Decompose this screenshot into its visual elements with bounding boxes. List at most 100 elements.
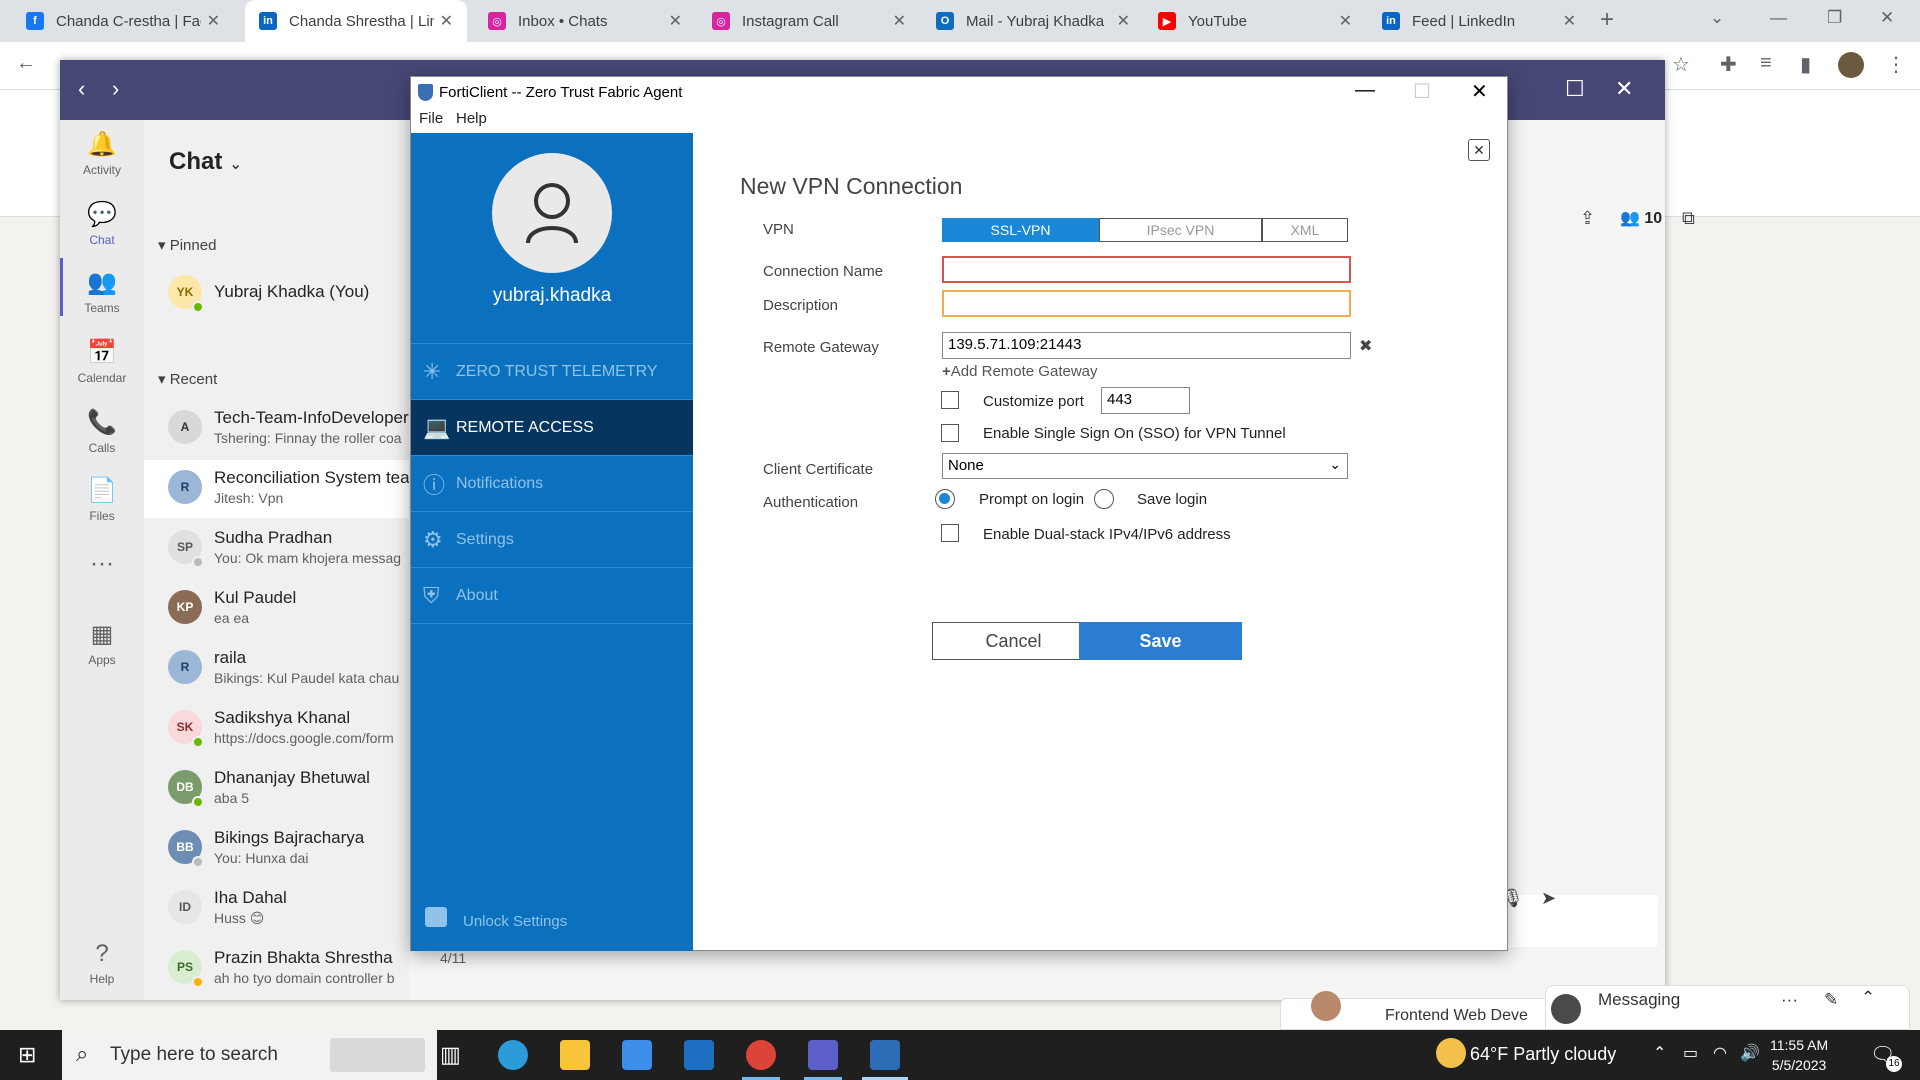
browser-tab[interactable]: ◎ Instagram Call ✕ [698, 0, 920, 42]
rail-item[interactable]: 💬 Chat [60, 200, 144, 247]
close-icon[interactable]: ✕ [1615, 76, 1633, 102]
chat-list-item[interactable]: ID Iha Dahal Huss 😊 [144, 880, 409, 938]
restore-icon[interactable]: ❐ [1827, 8, 1842, 28]
close-tab-icon[interactable]: ✕ [669, 11, 682, 31]
save-login-radio[interactable] [1094, 489, 1114, 509]
port-input[interactable]: 443 [1101, 387, 1190, 414]
forticlient-icon[interactable] [870, 1040, 900, 1070]
browser-tab[interactable]: in Chanda Shrestha | Lin ✕ [245, 0, 467, 42]
chevron-up-icon[interactable]: ⌃ [1653, 1043, 1666, 1063]
send-icon[interactable]: ➤ [1541, 888, 1556, 909]
rail-item[interactable]: ▦ Apps [60, 620, 144, 667]
browser-tab[interactable]: in Feed | LinkedIn ✕ [1368, 0, 1590, 42]
close-tab-icon[interactable]: ✕ [893, 11, 906, 31]
rail-item[interactable]: 📄 Files [60, 476, 144, 523]
chat-list-item[interactable]: SP Sudha Pradhan You: Ok mam khojera messa… [144, 520, 409, 578]
profile-avatar[interactable] [1838, 52, 1864, 78]
clock[interactable]: 11:55 AM 5/5/2023 [1770, 1035, 1828, 1075]
remove-gateway-icon[interactable]: ✖ [1359, 336, 1372, 356]
extensions-icon[interactable]: ✚ [1720, 52, 1737, 77]
file-explorer-icon[interactable] [560, 1040, 590, 1070]
close-form-icon[interactable]: ✕ [1468, 139, 1490, 161]
rail-item[interactable]: 📞 Calls [60, 408, 144, 455]
unlock-settings-link[interactable]: Unlock Settings [463, 913, 567, 930]
vpn-type-ipsec[interactable]: IPsec VPN [1099, 218, 1262, 242]
forti-nav-item[interactable]: 💻 REMOTE ACCESS [411, 399, 693, 455]
vpn-type-ssl[interactable]: SSL-VPN [942, 218, 1099, 242]
task-view-icon[interactable]: ▥ [440, 1042, 461, 1068]
close-icon[interactable]: ✕ [1880, 8, 1894, 28]
teams-icon[interactable] [808, 1040, 838, 1070]
add-remote-gateway-link[interactable]: +Add Remote Gateway [942, 363, 1098, 380]
dual-stack-checkbox[interactable] [941, 524, 959, 542]
side-panel-icon[interactable]: ▮ [1800, 52, 1811, 77]
browser-tab[interactable]: ◎ Inbox • Chats ✕ [474, 0, 696, 42]
browser-tab[interactable]: O Mail - Yubraj Khadka ✕ [922, 0, 1144, 42]
forti-nav-item[interactable]: ⚙ Settings [411, 511, 693, 567]
forti-nav-item[interactable]: ✳ ZERO TRUST TELEMETRY [411, 343, 693, 399]
tab-search-icon[interactable]: ⌄ [1710, 8, 1724, 28]
minimize-icon[interactable]: — [1770, 8, 1787, 28]
customize-port-checkbox[interactable] [941, 391, 959, 409]
rail-item[interactable]: ? Help [60, 940, 144, 986]
vpn-type-xml[interactable]: XML [1262, 218, 1348, 242]
mail-icon[interactable] [684, 1040, 714, 1070]
windows-start-icon[interactable]: ⊞ [18, 1042, 36, 1068]
chat-title[interactable]: Chat ⌄ [169, 148, 242, 176]
chat-list-item[interactable]: BB Bikings Bajracharya You: Hunxa dai [144, 820, 409, 878]
browser-tab[interactable]: f Chanda C-restha | Fac ✕ [12, 0, 234, 42]
back-icon[interactable]: ← [16, 52, 36, 75]
participants-button[interactable]: 👥 10 [1620, 208, 1662, 228]
rail-item[interactable]: 📅 Calendar [60, 338, 144, 385]
minimize-icon[interactable]: — [1355, 79, 1375, 102]
weather-text[interactable]: 64°F Partly cloudy [1470, 1044, 1616, 1065]
chat-list-item[interactable]: YK Yubraj Khadka (You) [144, 265, 409, 323]
more-icon[interactable]: ··· [1781, 990, 1798, 1010]
close-tab-icon[interactable]: ✕ [440, 11, 453, 31]
taskbar-search-input[interactable]: ⌕ Type here to search [62, 1030, 437, 1080]
share-icon[interactable]: ⇪ [1580, 208, 1595, 229]
chat-list-item[interactable]: SK Sadikshya Khanal https://docs.google.co… [144, 700, 409, 758]
prompt-login-radio[interactable] [935, 489, 955, 509]
menu-file[interactable]: File [419, 110, 443, 127]
chevron-up-icon[interactable]: ⌃ [1861, 988, 1875, 1008]
connection-name-input[interactable] [942, 256, 1351, 283]
maximize-icon[interactable]: ☐ [1565, 76, 1585, 102]
compose-icon[interactable]: ✎ [1824, 990, 1838, 1010]
rail-item[interactable]: 🔔 Activity [60, 130, 144, 177]
chat-list-item[interactable]: A Tech-Team-InfoDeveloper Tshering: Finnay… [144, 400, 409, 458]
remote-gateway-input[interactable]: 139.5.71.109:21443 [942, 332, 1351, 359]
save-button[interactable]: Save [1079, 622, 1242, 660]
recent-section[interactable]: ▾ Recent [158, 370, 217, 388]
wifi-icon[interactable]: ◠ [1713, 1043, 1727, 1063]
rail-item[interactable]: ··· [60, 550, 144, 582]
description-input[interactable] [942, 290, 1351, 317]
frontend-chip[interactable]: Frontend Web Deve [1280, 991, 1550, 1030]
forti-nav-item[interactable]: ⓘ Notifications [411, 455, 693, 511]
pinned-section[interactable]: ▾ Pinned [158, 236, 216, 254]
close-tab-icon[interactable]: ✕ [1117, 11, 1130, 31]
menu-icon[interactable]: ⋮ [1886, 52, 1906, 77]
chat-list-item[interactable]: Rraila Bikings: Kul Paudel kata chau [144, 640, 409, 698]
sso-checkbox[interactable] [941, 424, 959, 442]
close-tab-icon[interactable]: ✕ [207, 11, 220, 31]
store-icon[interactable] [622, 1040, 652, 1070]
forti-nav-item[interactable]: ⛨ About [411, 567, 693, 623]
forward-icon[interactable]: › [112, 76, 119, 102]
chevron-down-icon[interactable]: ⌄ [229, 156, 242, 173]
back-icon[interactable]: ‹ [78, 76, 85, 102]
maximize-icon[interactable]: ☐ [1413, 79, 1431, 104]
rail-item[interactable]: 👥 Teams [60, 268, 144, 315]
client-cert-select[interactable]: None ⌄ [942, 453, 1348, 479]
chat-list-item[interactable]: R Reconciliation System tea Jitesh: Vpn [144, 460, 409, 518]
new-tab-button[interactable]: + [1600, 6, 1614, 34]
battery-icon[interactable]: ▭ [1683, 1043, 1698, 1063]
star-icon[interactable]: ☆ [1672, 52, 1690, 77]
close-tab-icon[interactable]: ✕ [1563, 11, 1576, 31]
close-tab-icon[interactable]: ✕ [1339, 11, 1352, 31]
menu-help[interactable]: Help [456, 110, 487, 127]
close-icon[interactable]: ✕ [1471, 79, 1488, 104]
chrome-icon[interactable] [746, 1040, 776, 1070]
messaging-bar[interactable]: Messaging ··· ✎ ⌃ [1545, 985, 1910, 1030]
cancel-button[interactable]: Cancel [932, 622, 1095, 660]
